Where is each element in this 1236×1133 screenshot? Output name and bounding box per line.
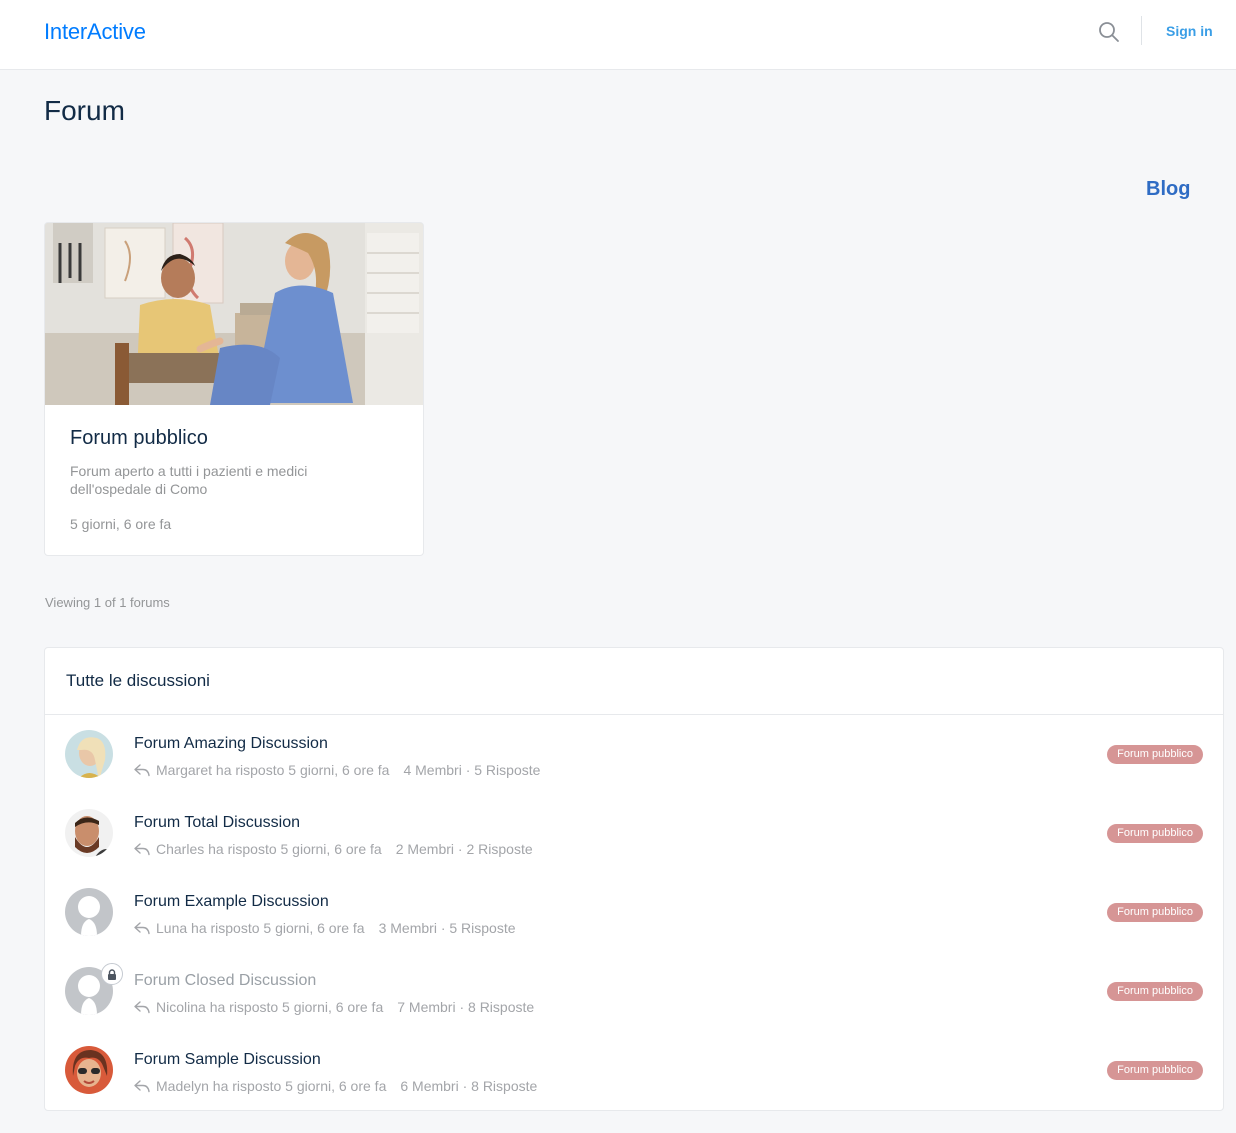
avatar[interactable] (65, 730, 113, 778)
discussion-title[interactable]: Forum Total Discussion (134, 814, 300, 832)
discussion-title[interactable]: Forum Example Discussion (134, 893, 329, 911)
discussion-reply-text: Margaret ha risposto 5 giorni, 6 ore fa (156, 762, 390, 778)
reply-icon (134, 922, 150, 935)
search-icon[interactable] (1098, 21, 1120, 43)
site-logo[interactable]: InterActive (44, 19, 146, 45)
discussion-title[interactable]: Forum Amazing Discussion (134, 735, 328, 753)
avatar[interactable] (65, 1046, 113, 1094)
forum-cover-image[interactable] (45, 223, 423, 405)
discussion-row[interactable]: Forum Closed Discussion Nicolina ha risp… (45, 952, 1223, 1031)
discussion-meta: Charles ha risposto 5 giorni, 6 ore fa 2… (134, 841, 533, 857)
reply-icon (134, 764, 150, 777)
discussion-reply-text: Nicolina ha risposto 5 giorni, 6 ore fa (156, 999, 384, 1015)
reply-icon (134, 1001, 150, 1014)
forum-tag[interactable]: Forum pubblico (1107, 745, 1203, 764)
discussion-stats: 4 Membri · 5 Risposte (403, 762, 541, 778)
avatar[interactable] (65, 809, 113, 857)
discussions-panel: Tutte le discussioni Forum Amazing Discu… (44, 647, 1224, 1111)
discussion-stats: 2 Membri · 2 Risposte (395, 841, 533, 857)
lock-icon (101, 963, 123, 985)
forum-card-title[interactable]: Forum pubblico (70, 427, 208, 450)
forum-card-time: 5 giorni, 6 ore fa (70, 516, 172, 532)
pagination-info: Viewing 1 of 1 forums (45, 595, 170, 610)
discussion-title[interactable]: Forum Closed Discussion (134, 972, 316, 990)
forum-tag[interactable]: Forum pubblico (1107, 824, 1203, 843)
discussion-reply-text: Luna ha risposto 5 giorni, 6 ore fa (156, 920, 365, 936)
forum-tag[interactable]: Forum pubblico (1107, 903, 1203, 922)
discussion-meta: Madelyn ha risposto 5 giorni, 6 ore fa 6… (134, 1078, 537, 1094)
discussion-reply-text: Charles ha risposto 5 giorni, 6 ore fa (156, 841, 382, 857)
forum-card-description: Forum aperto a tutti i pazienti e medici… (70, 463, 308, 497)
discussion-title[interactable]: Forum Sample Discussion (134, 1051, 321, 1069)
discussion-stats: 3 Membri · 5 Risposte (378, 920, 516, 936)
reply-icon (134, 843, 150, 856)
discussion-stats: 6 Membri · 8 Risposte (400, 1078, 538, 1094)
discussion-row[interactable]: Forum Sample Discussion Madelyn ha rispo… (45, 1031, 1223, 1110)
discussion-row[interactable]: Forum Amazing Discussion Margaret ha ris… (45, 715, 1223, 794)
discussion-row[interactable]: Forum Example Discussion Luna ha rispost… (45, 873, 1223, 952)
top-bar: InterActive Sign in (0, 0, 1236, 70)
discussion-row[interactable]: Forum Total Discussion Charles ha rispos… (45, 794, 1223, 873)
discussion-meta: Margaret ha risposto 5 giorni, 6 ore fa … (134, 762, 540, 778)
sign-in-link[interactable]: Sign in (1166, 23, 1213, 39)
default-avatar-icon[interactable] (65, 888, 113, 936)
forum-tag[interactable]: Forum pubblico (1107, 982, 1203, 1001)
blog-link[interactable]: Blog (1146, 178, 1190, 201)
discussion-meta: Nicolina ha risposto 5 giorni, 6 ore fa … (134, 999, 534, 1015)
forum-tag[interactable]: Forum pubblico (1107, 1061, 1203, 1080)
forum-card[interactable]: Forum pubblico Forum aperto a tutti i pa… (44, 222, 424, 556)
discussion-stats: 7 Membri · 8 Risposte (397, 999, 535, 1015)
discussion-reply-text: Madelyn ha risposto 5 giorni, 6 ore fa (156, 1078, 387, 1094)
discussion-meta: Luna ha risposto 5 giorni, 6 ore fa 3 Me… (134, 920, 516, 936)
page-title: Forum (44, 95, 125, 126)
header-divider (1141, 16, 1142, 45)
discussions-heading: Tutte le discussioni (45, 648, 1223, 715)
reply-icon (134, 1080, 150, 1093)
